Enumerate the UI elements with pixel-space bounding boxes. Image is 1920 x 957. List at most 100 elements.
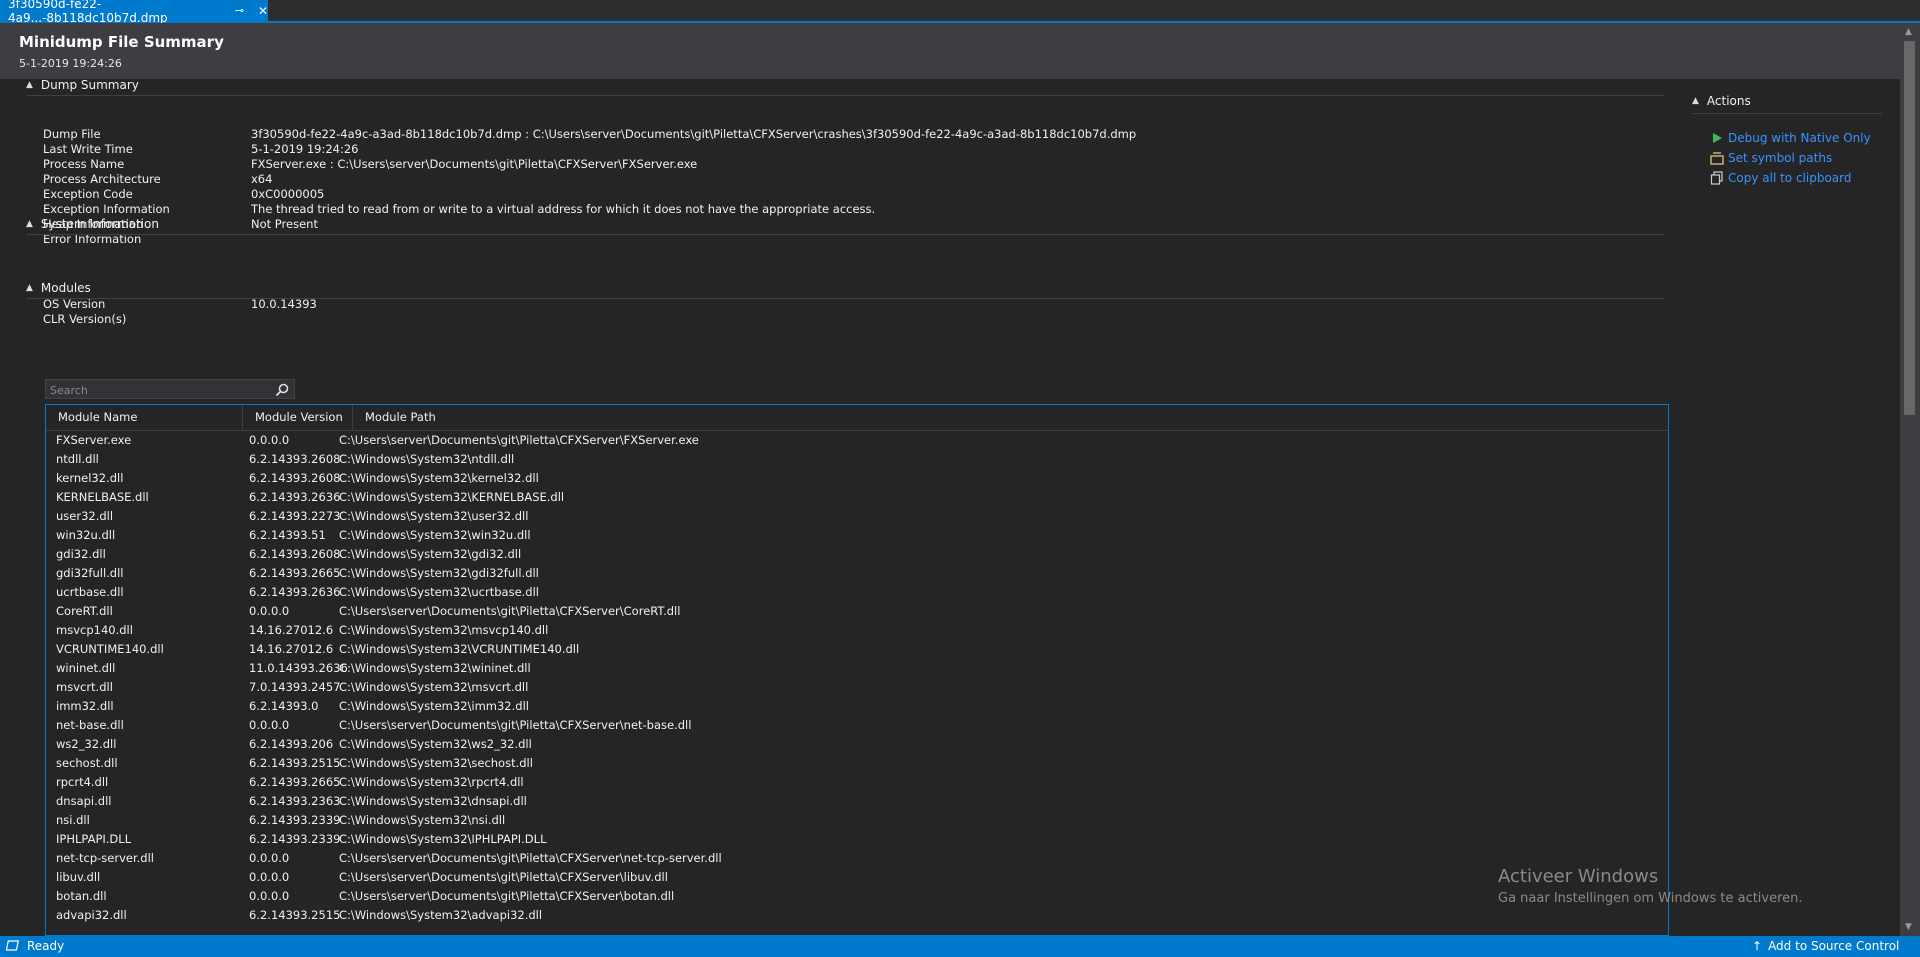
module-path-cell: C:\Windows\System32\VCRUNTIME140.dll	[339, 642, 580, 656]
table-row[interactable]: libuv.dll 0.0.0.0 C:\Users\server\Document…	[46, 868, 1668, 887]
module-path-cell: C:\Windows\System32\KERNELBASE.dll	[339, 490, 565, 504]
module-name-cell: net-base.dll	[56, 718, 124, 732]
actions-header[interactable]: ▲ Actions	[1692, 94, 1751, 108]
table-row[interactable]: advapi32.dll 6.2.14393.2515 C:\Windows\Sys…	[46, 906, 1668, 925]
table-row[interactable]: rpcrt4.dll 6.2.14393.2665 C:\Windows\Syste…	[46, 773, 1668, 792]
table-row[interactable]: win32u.dll 6.2.14393.51 C:\Windows\System3…	[46, 526, 1668, 545]
page-title: Minidump File Summary	[19, 33, 224, 51]
chevron-up-icon[interactable]: ▲	[26, 219, 33, 229]
table-row[interactable]: net-tcp-server.dll 0.0.0.0 C:\Users\server…	[46, 849, 1668, 868]
module-name-cell: ws2_32.dll	[56, 737, 117, 751]
module-path-cell: C:\Windows\System32\msvcp140.dll	[339, 623, 549, 637]
copy-to-clipboard-link[interactable]: Copy all to clipboard	[1710, 171, 1852, 185]
field-label: Process Architecture	[43, 172, 161, 186]
module-name-cell: libuv.dll	[56, 870, 101, 884]
module-name-cell: kernel32.dll	[56, 471, 124, 485]
system-info-heading: System Information	[40, 217, 159, 231]
table-row[interactable]: CoreRT.dll 0.0.0.0 C:\Users\server\Documen…	[46, 602, 1668, 621]
module-version-cell: 6.2.14393.206	[249, 737, 334, 751]
scrollbar-thumb[interactable]	[1904, 41, 1915, 415]
module-name-cell: msvcrt.dll	[56, 680, 113, 694]
table-row[interactable]: FXServer.exe 0.0.0.0 C:\Users\server\Docum…	[46, 431, 1668, 450]
table-row[interactable]: IPHLPAPI.DLL 6.2.14393.2339 C:\Windows\Sys…	[46, 830, 1668, 849]
activation-watermark: Activeer Windows Ga naar Instellingen om…	[1498, 866, 1803, 906]
table-row[interactable]: dnsapi.dll 6.2.14393.2363 C:\Windows\Syste…	[46, 792, 1668, 811]
add-to-source-control-label: Add to Source Control	[1768, 939, 1900, 953]
field-label: Exception Information	[43, 202, 170, 216]
actions-heading: Actions	[1706, 94, 1751, 108]
vertical-scrollbar[interactable]: ▲ ▼	[1900, 23, 1920, 936]
module-path-cell: C:\Windows\System32\ucrtbase.dll	[339, 585, 539, 599]
module-version-cell: 6.2.14393.0	[249, 699, 319, 713]
table-row[interactable]: kernel32.dll 6.2.14393.2608 C:\Windows\Sys…	[46, 469, 1668, 488]
pin-icon[interactable]: ⊸	[235, 4, 244, 17]
table-row[interactable]: VCRUNTIME140.dll 14.16.27012.6 C:\Windows\…	[46, 640, 1668, 659]
table-row[interactable]: gdi32.dll 6.2.14393.2608 C:\Windows\System…	[46, 545, 1668, 564]
modules-search[interactable]	[45, 379, 295, 400]
module-path-cell: C:\Windows\System32\nsi.dll	[339, 813, 506, 827]
table-row[interactable]: KERNELBASE.dll 6.2.14393.2636 C:\Windows\S…	[46, 488, 1668, 507]
module-path-cell: C:\Windows\System32\win32u.dll	[339, 528, 531, 542]
field-value: FXServer.exe : C:\Users\server\Documents…	[251, 157, 698, 171]
copy-to-clipboard-label: Copy all to clipboard	[1728, 171, 1852, 185]
module-path-cell: C:\Windows\System32\IPHLPAPI.DLL	[339, 832, 547, 846]
field-label: CLR Version(s)	[43, 312, 127, 326]
module-path-cell: C:\Windows\System32\rpcrt4.dll	[339, 775, 524, 789]
module-path-cell: C:\Users\server\Documents\git\Piletta\CF…	[339, 889, 675, 903]
module-version-cell: 6.2.14393.2608	[249, 452, 341, 466]
chevron-up-icon[interactable]: ▲	[26, 283, 33, 293]
debug-native-only-label: Debug with Native Only	[1728, 131, 1871, 145]
dump-summary-header[interactable]: ▲ Dump Summary	[26, 79, 139, 94]
modules-table[interactable]: Module Name Module Version Module Path F…	[45, 404, 1669, 936]
column-header-module-path[interactable]: Module Path	[353, 405, 1668, 430]
table-row[interactable]: net-base.dll 0.0.0.0 C:\Users\server\Docum…	[46, 716, 1668, 735]
table-row[interactable]: msvcp140.dll 14.16.27012.6 C:\Windows\Syst…	[46, 621, 1668, 640]
chevron-up-icon[interactable]: ▲	[26, 80, 33, 90]
field-value: 0xC0000005	[251, 187, 325, 201]
status-ready: Ready	[27, 939, 65, 953]
section-divider	[26, 298, 1664, 299]
table-row[interactable]: msvcrt.dll 7.0.14393.2457 C:\Windows\Syste…	[46, 678, 1668, 697]
table-row[interactable]: ntdll.dll 6.2.14393.2608 C:\Windows\System…	[46, 450, 1668, 469]
column-header-module-name[interactable]: Module Name	[46, 405, 243, 430]
module-name-cell: gdi32full.dll	[56, 566, 124, 580]
table-row[interactable]: wininet.dll 11.0.14393.2636 C:\Windows\Sys…	[46, 659, 1668, 678]
search-icon[interactable]	[274, 382, 290, 398]
module-version-cell: 6.2.14393.2515	[249, 756, 341, 770]
debug-native-only-link[interactable]: Debug with Native Only	[1710, 131, 1871, 145]
document-tab[interactable]: 3f30590d-fe22-4a9...-8b118dc10b7d.dmp ⊸ …	[0, 0, 268, 25]
module-version-cell: 6.2.14393.2636	[249, 490, 341, 504]
module-version-cell: 14.16.27012.6	[249, 623, 334, 637]
system-info-header[interactable]: ▲ System Information	[26, 215, 159, 233]
table-row[interactable]: imm32.dll 6.2.14393.0 C:\Windows\System32\…	[46, 697, 1668, 716]
table-row[interactable]: ws2_32.dll 6.2.14393.206 C:\Windows\System…	[46, 735, 1668, 754]
table-row[interactable]: botan.dll 0.0.0.0 C:\Users\server\Document…	[46, 887, 1668, 906]
set-symbol-paths-link[interactable]: Set symbol paths	[1710, 151, 1832, 165]
table-row[interactable]: sechost.dll 6.2.14393.2515 C:\Windows\Syst…	[46, 754, 1668, 773]
module-version-cell: 0.0.0.0	[249, 870, 290, 884]
modules-header[interactable]: ▲ Modules	[26, 279, 91, 297]
module-name-cell: rpcrt4.dll	[56, 775, 109, 789]
scroll-up-icon[interactable]: ▲	[1905, 27, 1912, 37]
module-path-cell: C:\Windows\System32\sechost.dll	[339, 756, 533, 770]
add-to-source-control-button[interactable]: ↑ Add to Source Control	[1752, 939, 1899, 953]
module-path-cell: C:\Windows\System32\imm32.dll	[339, 699, 529, 713]
search-input[interactable]	[46, 380, 272, 400]
column-header-module-version[interactable]: Module Version	[243, 405, 353, 430]
module-name-cell: user32.dll	[56, 509, 114, 523]
table-row[interactable]: gdi32full.dll 6.2.14393.2665 C:\Windows\Sy…	[46, 564, 1668, 583]
document-tab-bar: 3f30590d-fe22-4a9...-8b118dc10b7d.dmp ⊸ …	[0, 0, 1920, 25]
table-row[interactable]: nsi.dll 6.2.14393.2339 C:\Windows\System32…	[46, 811, 1668, 830]
module-version-cell: 6.2.14393.2608	[249, 471, 341, 485]
scroll-down-icon[interactable]: ▼	[1905, 922, 1912, 932]
table-row[interactable]: user32.dll 6.2.14393.2273 C:\Windows\Syste…	[46, 507, 1668, 526]
module-path-cell: C:\Windows\System32\dnsapi.dll	[339, 794, 527, 808]
module-path-cell: C:\Windows\System32\msvcrt.dll	[339, 680, 529, 694]
close-icon[interactable]: ✕	[258, 4, 268, 18]
module-name-cell: win32u.dll	[56, 528, 116, 542]
output-icon[interactable]	[6, 940, 20, 952]
table-row[interactable]: ucrtbase.dll 6.2.14393.2636 C:\Windows\Sys…	[46, 583, 1668, 602]
chevron-up-icon[interactable]: ▲	[1692, 96, 1699, 106]
module-version-cell: 6.2.14393.2273	[249, 509, 341, 523]
module-path-cell: C:\Windows\System32\advapi32.dll	[339, 908, 543, 922]
